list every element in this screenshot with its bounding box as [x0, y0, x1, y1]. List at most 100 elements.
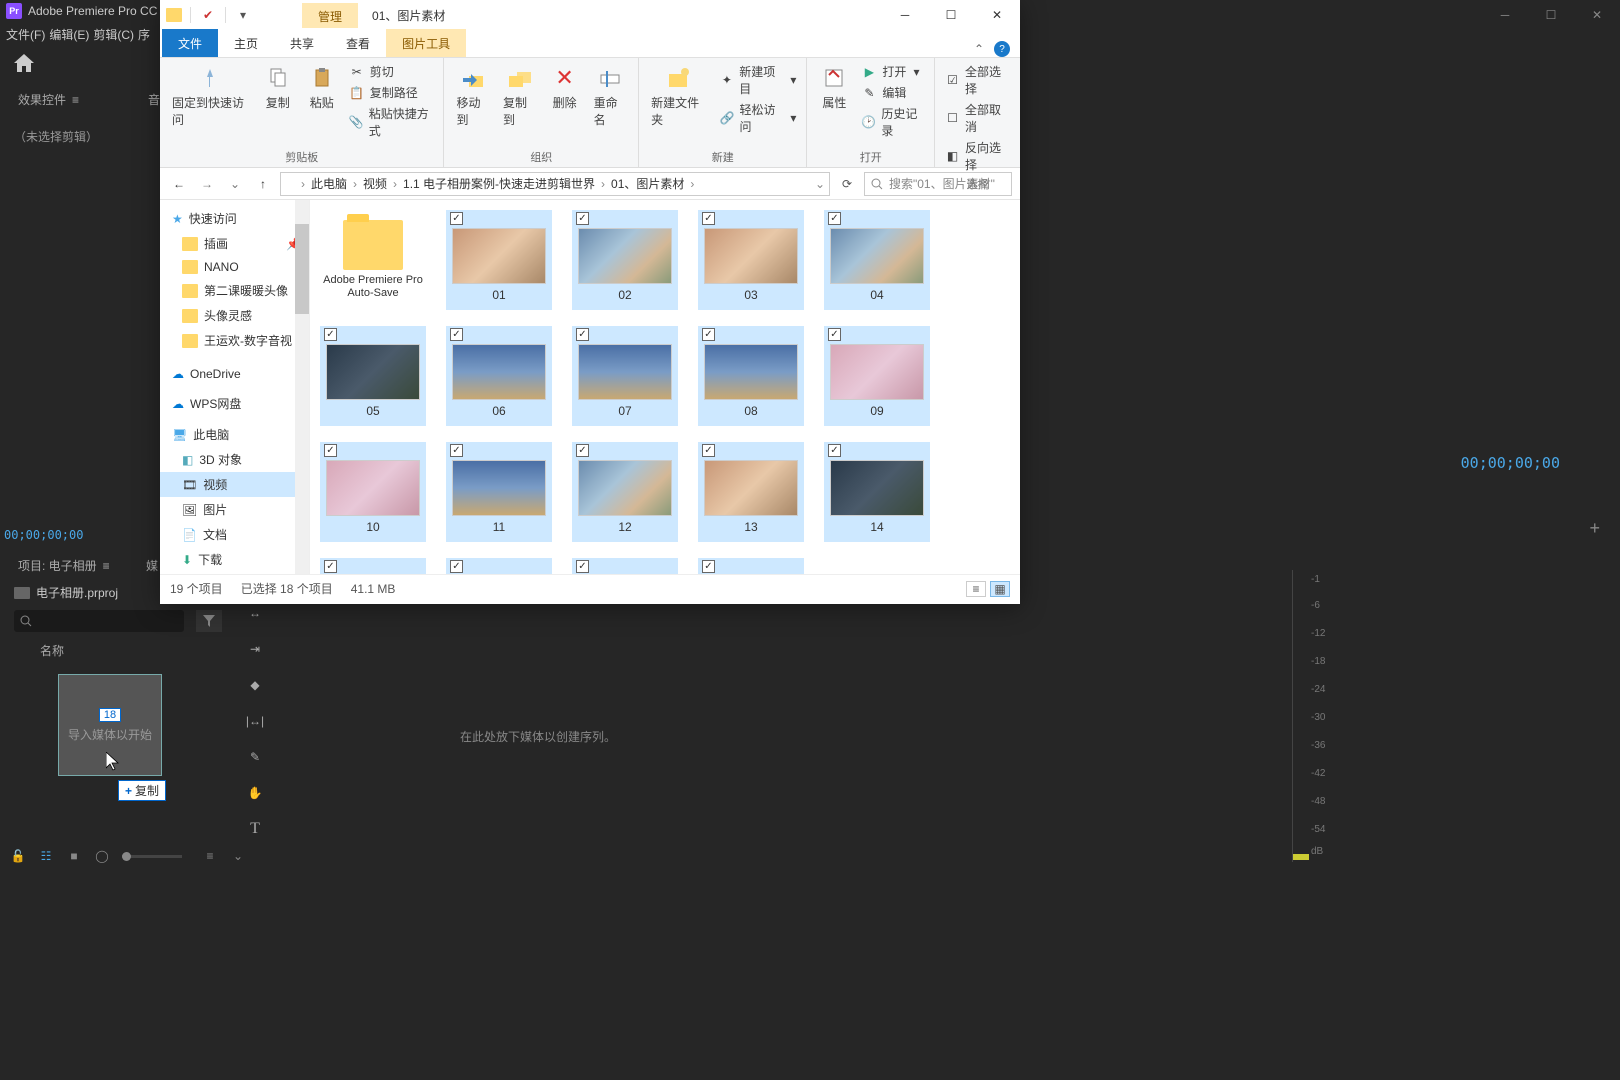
checkbox-icon[interactable]: ✓ [828, 444, 841, 457]
sidebar-item[interactable]: 插画📌 [160, 231, 309, 256]
zoom-slider[interactable] [122, 855, 182, 858]
effect-controls-tab[interactable]: 效果控件≡ [10, 88, 87, 111]
file-item[interactable]: ✓03 [698, 210, 804, 310]
paste-shortcut-button[interactable]: 📎粘贴快捷方式 [347, 104, 436, 140]
address-dropdown[interactable]: ⌄ [815, 177, 825, 191]
slip-tool[interactable]: |↔| [242, 708, 268, 734]
qat-check-button[interactable]: ✔ [199, 6, 217, 24]
nav-recent-button[interactable]: ⌄ [224, 173, 246, 195]
file-item[interactable]: ✓18 [698, 558, 804, 574]
move-to-button[interactable]: 移动到 [452, 62, 493, 130]
project-panel-tab[interactable]: 项目: 电子相册≡ [10, 554, 118, 577]
file-item[interactable]: ✓07 [572, 326, 678, 426]
explorer-minimize-button[interactable]: ─ [882, 0, 928, 30]
refresh-button[interactable]: ⟳ [836, 173, 858, 195]
sidebar-pc-music[interactable]: ♪音乐 [160, 572, 309, 574]
sidebar-item[interactable]: 第二课暖暖头像 [160, 278, 309, 303]
checkbox-icon[interactable]: ✓ [324, 444, 337, 457]
ripple-edit-tool[interactable]: ◆ [242, 672, 268, 698]
checkbox-icon[interactable]: ✓ [450, 444, 463, 457]
file-item[interactable]: ✓11 [446, 442, 552, 542]
filter-bin-button[interactable] [196, 610, 222, 632]
explorer-close-button[interactable]: ✕ [974, 0, 1020, 30]
sidebar-pc-videos[interactable]: 🎞视频 [160, 472, 309, 497]
copy-path-button[interactable]: 📋复制路径 [347, 83, 436, 102]
sidebar-scrollbar[interactable] [295, 200, 309, 574]
type-tool[interactable]: T [242, 816, 268, 842]
checkbox-icon[interactable]: ✓ [702, 212, 715, 225]
paste-button[interactable]: 粘贴 [303, 62, 341, 113]
file-item[interactable]: ✓06 [446, 326, 552, 426]
file-item[interactable]: ✓09 [824, 326, 930, 426]
sort-icon[interactable]: ≡ [202, 848, 218, 864]
pr-close-button[interactable]: ✕ [1574, 0, 1620, 30]
properties-button[interactable]: 属性 [815, 62, 853, 113]
pr-menu-file[interactable]: 文件(F) [6, 26, 45, 43]
sidebar-quick-access[interactable]: ★快速访问 [160, 206, 309, 231]
sidebar-wps[interactable]: ☁WPS网盘 [160, 391, 309, 416]
sidebar-pc-pictures[interactable]: 🖼图片 [160, 497, 309, 522]
file-item[interactable]: ✓05 [320, 326, 426, 426]
tab-picture-tools[interactable]: 图片工具 [386, 29, 466, 57]
delete-button[interactable]: ✕删除 [546, 62, 584, 113]
sidebar-item[interactable]: 王运欢-数字音视 [160, 328, 309, 353]
nav-back-button[interactable]: ← [168, 173, 190, 195]
sidebar-pc-3d[interactable]: ◧3D 对象 [160, 447, 309, 472]
freeform-view-icon[interactable]: ◯ [94, 848, 110, 864]
copy-button[interactable]: 复制 [259, 62, 297, 113]
checkbox-icon[interactable]: ✓ [324, 560, 337, 573]
file-item[interactable]: ✓16 [446, 558, 552, 574]
checkbox-icon[interactable]: ✓ [576, 444, 589, 457]
sidebar-onedrive[interactable]: ☁OneDrive [160, 363, 309, 385]
file-item[interactable]: ✓15 [320, 558, 426, 574]
automate-icon[interactable]: ⌄ [230, 848, 246, 864]
pr-menu-edit[interactable]: 编辑(E) [49, 26, 89, 43]
invert-selection-button[interactable]: ◧反向选择 [943, 138, 1012, 174]
list-view-icon[interactable]: ☷ [38, 848, 54, 864]
checkbox-icon[interactable]: ✓ [828, 328, 841, 341]
pin-quick-access-button[interactable]: 固定到快速访问 [168, 62, 253, 130]
checkbox-icon[interactable]: ✓ [702, 444, 715, 457]
sidebar-item[interactable]: NANO [160, 256, 309, 278]
sidebar-pc-documents[interactable]: 📄文档 [160, 522, 309, 547]
checkbox-icon[interactable]: ✓ [828, 212, 841, 225]
copy-to-button[interactable]: 复制到 [499, 62, 540, 130]
pen-tool[interactable]: ✎ [242, 744, 268, 770]
tab-view[interactable]: 查看 [330, 29, 386, 57]
name-column-header[interactable]: 名称 [40, 642, 64, 659]
file-item[interactable]: ✓12 [572, 442, 678, 542]
file-item[interactable]: ✓13 [698, 442, 804, 542]
file-item[interactable]: ✓08 [698, 326, 804, 426]
manage-tool-tab[interactable]: 管理 [302, 3, 358, 28]
pr-menu-clip[interactable]: 剪辑(C) [93, 26, 134, 43]
project-drop-zone[interactable]: 18 导入媒体以开始 [58, 674, 162, 776]
edit-button[interactable]: ✎编辑 [859, 83, 926, 102]
pr-minimize-button[interactable]: ─ [1482, 0, 1528, 30]
checkbox-icon[interactable]: ✓ [576, 212, 589, 225]
sidebar-item[interactable]: 头像灵感 [160, 303, 309, 328]
rename-button[interactable]: 重命名 [590, 62, 631, 130]
file-item[interactable]: ✓01 [446, 210, 552, 310]
track-select-tool[interactable]: ⇥ [242, 636, 268, 662]
history-button[interactable]: 🕑历史记录 [859, 104, 926, 140]
select-all-button[interactable]: ☑全部选择 [943, 62, 1012, 98]
nav-up-button[interactable]: ↑ [252, 173, 274, 195]
file-item[interactable]: ✓17 [572, 558, 678, 574]
thumbnails-view-button[interactable]: ▦ [990, 581, 1010, 597]
file-item[interactable]: ✓04 [824, 210, 930, 310]
checkbox-icon[interactable]: ✓ [324, 328, 337, 341]
new-item-button[interactable]: ✦新建项目▾ [718, 62, 799, 98]
qat-dropdown[interactable]: ▾ [234, 6, 252, 24]
checkbox-icon[interactable]: ✓ [702, 560, 715, 573]
details-view-button[interactable]: ≡ [966, 581, 986, 597]
file-grid[interactable]: Adobe Premiere Pro Auto-Save ✓01 ✓02 ✓03… [310, 200, 1020, 574]
lock-icon[interactable]: 🔓 [10, 848, 26, 864]
select-none-button[interactable]: ☐全部取消 [943, 100, 1012, 136]
nav-forward-button[interactable]: → [196, 173, 218, 195]
address-breadcrumb[interactable]: › 此电脑› 视频› 1.1 电子相册案例-快速走进剪辑世界› 01、图片素材›… [280, 172, 830, 196]
open-button[interactable]: ▶打开▾ [859, 62, 926, 81]
explorer-search-input[interactable]: 搜索"01、图片素材" [864, 172, 1012, 196]
checkbox-icon[interactable]: ✓ [450, 328, 463, 341]
checkbox-icon[interactable]: ✓ [450, 212, 463, 225]
sidebar-pc-downloads[interactable]: ⬇下载 [160, 547, 309, 572]
